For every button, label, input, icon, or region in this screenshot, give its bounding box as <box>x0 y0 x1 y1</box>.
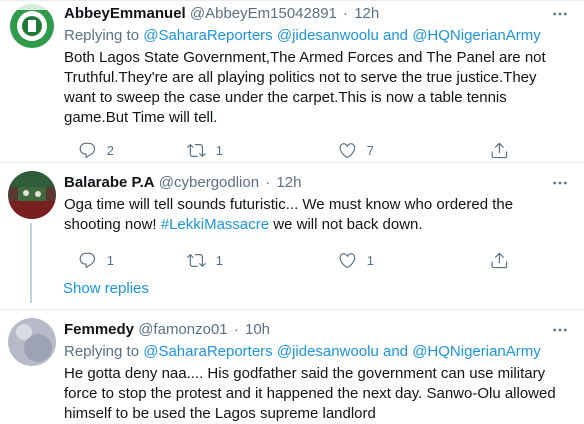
mention-conjunction: and <box>382 343 409 360</box>
tweet[interactable]: Femmedy @famonzo01 · 10h Replying to @Sa… <box>0 310 584 423</box>
reply-button[interactable]: 2 <box>78 140 114 160</box>
replying-to: Replying to @SaharaReporters @jidesanwoo… <box>64 342 572 362</box>
mention-link[interactable]: @HQNigerianArmy <box>412 343 541 360</box>
hashtag-link[interactable]: #LekkiMassacre <box>161 216 269 233</box>
retweet-count: 1 <box>215 142 223 158</box>
thread-line <box>30 223 32 303</box>
replying-to-label: Replying to <box>64 27 140 44</box>
timestamp[interactable]: 10h <box>245 321 270 338</box>
timestamp[interactable]: 12h <box>354 5 379 22</box>
avatar[interactable] <box>8 171 56 219</box>
tweet-text-part: we will not back down. <box>269 216 423 233</box>
more-icon[interactable] <box>548 171 572 195</box>
author-handle[interactable]: @cybergodlion <box>159 174 259 191</box>
mention-link[interactable]: @SaharaReporters <box>143 343 272 360</box>
tweet-text: He gotta deny naa.... His godfather said… <box>64 365 556 422</box>
separator-dot: · <box>343 5 349 22</box>
retweet-button[interactable]: 1 <box>187 250 223 270</box>
share-button[interactable] <box>490 250 509 270</box>
avatar[interactable] <box>8 318 56 366</box>
replying-to-label: Replying to <box>64 343 140 360</box>
mention-link[interactable]: @jidesanwoolu <box>277 343 379 360</box>
mention-link[interactable]: @jidesanwoolu <box>277 27 379 44</box>
reply-icon <box>79 142 96 158</box>
author-name[interactable]: Femmedy <box>64 321 134 338</box>
like-count: 7 <box>366 142 374 158</box>
tweet-text: Both Lagos State Government,The Armed Fo… <box>64 49 546 126</box>
more-icon[interactable] <box>548 318 572 342</box>
separator-dot: · <box>265 174 271 191</box>
share-icon <box>491 252 508 268</box>
reply-count: 1 <box>106 252 114 268</box>
reply-count: 2 <box>106 142 114 158</box>
mention-link[interactable]: @SaharaReporters <box>143 27 272 44</box>
tweet[interactable]: AbbeyEmmanuel @AbbeyEm15042891 · 12h Rep… <box>0 0 584 163</box>
action-bar: 2 1 7 <box>64 140 572 160</box>
avatar[interactable] <box>8 2 56 50</box>
timestamp[interactable]: 12h <box>276 174 301 191</box>
mention-conjunction: and <box>382 27 409 44</box>
author-name[interactable]: AbbeyEmmanuel <box>64 5 186 22</box>
tweet-text: Oga time will tell sounds futuristic... … <box>64 195 572 235</box>
action-bar: 1 1 1 <box>64 250 572 270</box>
share-button[interactable] <box>490 140 509 160</box>
author-handle[interactable]: @famonzo01 <box>138 321 227 338</box>
like-icon <box>339 142 356 158</box>
like-icon <box>339 252 356 268</box>
separator-dot: · <box>233 321 239 338</box>
mention-link[interactable]: @HQNigerianArmy <box>412 27 541 44</box>
author-handle[interactable]: @AbbeyEm15042891 <box>190 5 337 22</box>
reply-icon <box>79 252 96 268</box>
replying-to: Replying to @SaharaReporters @jidesanwoo… <box>64 26 572 46</box>
retweet-icon <box>187 253 206 267</box>
share-icon <box>491 142 508 158</box>
like-button[interactable]: 1 <box>338 250 374 270</box>
like-count: 1 <box>366 252 374 268</box>
retweet-icon <box>187 143 206 157</box>
author-name[interactable]: Balarabe P.A <box>64 174 155 191</box>
retweet-button[interactable]: 1 <box>187 140 223 160</box>
more-icon[interactable] <box>548 2 572 26</box>
reply-button[interactable]: 1 <box>78 250 114 270</box>
retweet-count: 1 <box>215 252 223 268</box>
show-replies-link[interactable]: Show replies <box>63 279 149 299</box>
like-button[interactable]: 7 <box>338 140 374 160</box>
